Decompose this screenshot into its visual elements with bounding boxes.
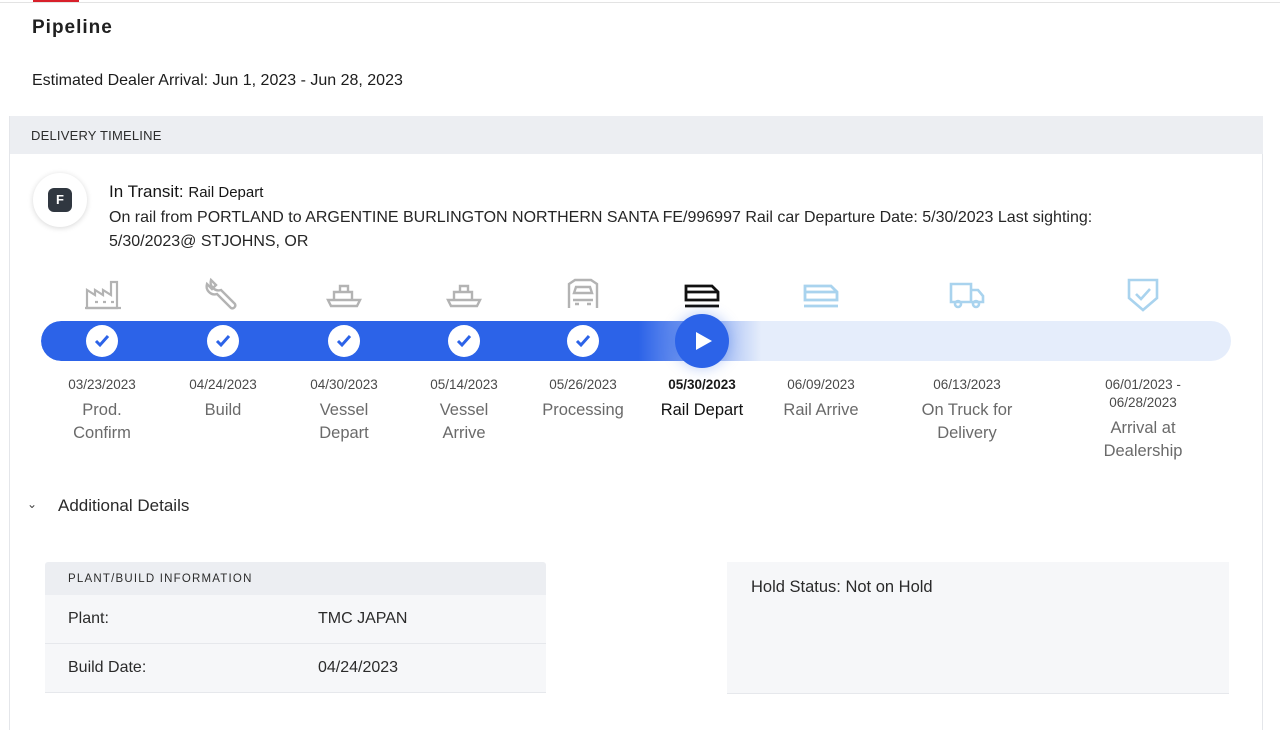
truck-icon bbox=[947, 276, 987, 312]
plant-key: Plant: bbox=[68, 610, 109, 627]
delivery-timeline-header: DELIVERY TIMELINE bbox=[10, 116, 1263, 154]
step-icons-row bbox=[10, 276, 1263, 316]
step-label: 06/13/2023 On Truck for Delivery bbox=[892, 376, 1042, 445]
delivery-timeline-card: DELIVERY TIMELINE F In Transit: Rail Dep… bbox=[9, 116, 1263, 730]
page-title: Pipeline bbox=[32, 17, 113, 38]
step-name: Arrival at Dealership bbox=[1103, 419, 1183, 460]
ship-icon bbox=[324, 276, 364, 312]
wrench-icon bbox=[203, 276, 243, 312]
step-complete-check bbox=[328, 325, 360, 357]
brand-accent-bar bbox=[33, 0, 79, 2]
hold-status-panel: Hold Status: Not on Hold bbox=[727, 562, 1229, 694]
avatar-letter: F bbox=[48, 188, 72, 212]
build-date-key: Build Date: bbox=[68, 659, 147, 676]
plant-build-panel: PLANT/BUILD INFORMATION Plant: TMC JAPAN… bbox=[45, 562, 546, 694]
current-step-play-icon bbox=[675, 314, 729, 368]
step-complete-check bbox=[207, 325, 239, 357]
plant-row: Plant: TMC JAPAN bbox=[45, 595, 546, 644]
status-heading: In Transit: Rail Depart bbox=[109, 182, 263, 202]
status-main: In Transit: bbox=[109, 182, 184, 201]
progress-fill bbox=[41, 321, 761, 361]
status-description: On rail from PORTLAND to ARGENTINE BURLI… bbox=[109, 209, 1093, 250]
status-sub: Rail Depart bbox=[188, 184, 264, 201]
step-complete-check bbox=[86, 325, 118, 357]
estimated-dealer-arrival: Estimated Dealer Arrival: Jun 1, 2023 - … bbox=[32, 72, 403, 89]
top-divider bbox=[0, 2, 1280, 3]
delivery-timeline-title: DELIVERY TIMELINE bbox=[31, 128, 162, 143]
train-icon bbox=[682, 276, 722, 312]
status-avatar: F bbox=[33, 173, 87, 227]
plant-value: TMC JAPAN bbox=[318, 610, 408, 627]
build-date-value: 04/24/2023 bbox=[318, 659, 399, 676]
step-label: 06/01/2023 -06/28/2023 Arrival at Dealers… bbox=[1068, 376, 1218, 463]
plant-build-header: PLANT/BUILD INFORMATION bbox=[45, 562, 546, 595]
chevron-down-icon: ⌄ bbox=[27, 497, 38, 511]
hold-status-text: Hold Status: Not on Hold bbox=[751, 578, 933, 596]
step-date: 06/01/2023 -06/28/2023 bbox=[1105, 377, 1181, 410]
ship-icon bbox=[444, 276, 484, 312]
step-name: On Truck for Delivery bbox=[921, 401, 1013, 442]
factory-icon bbox=[83, 276, 123, 312]
step-date: 06/13/2023 bbox=[933, 377, 1001, 392]
step-date: 06/09/2023 bbox=[787, 377, 855, 392]
train-icon bbox=[801, 276, 841, 312]
additional-details-label: Additional Details bbox=[58, 496, 190, 515]
step-complete-check bbox=[448, 325, 480, 357]
step-label: 06/09/2023 Rail Arrive bbox=[746, 376, 896, 422]
plant-build-title: PLANT/BUILD INFORMATION bbox=[68, 573, 253, 585]
step-name: Rail Arrive bbox=[783, 401, 859, 419]
car-front-icon bbox=[563, 276, 603, 312]
step-complete-check bbox=[567, 325, 599, 357]
shield-check-icon bbox=[1123, 276, 1163, 312]
build-date-row: Build Date: 04/24/2023 bbox=[45, 644, 546, 693]
